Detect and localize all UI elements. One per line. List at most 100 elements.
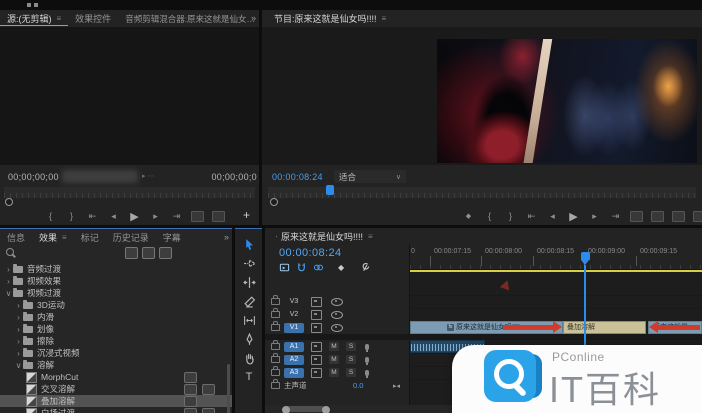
track-target-button[interactable]: A2 <box>284 355 304 365</box>
lock-icon[interactable] <box>271 311 280 318</box>
chevron-right-icon[interactable]: › <box>4 277 13 286</box>
voiceover-mic-icon[interactable] <box>365 370 369 376</box>
add-marker-icon[interactable]: ◆ <box>338 263 344 272</box>
mark-in-button[interactable]: { <box>40 211 61 221</box>
step-back-button[interactable]: ◂ <box>542 211 563 222</box>
lock-icon[interactable] <box>271 356 280 363</box>
track-target-button[interactable]: A1 <box>284 342 304 352</box>
track-target-button[interactable]: A3 <box>284 368 304 378</box>
mute-button[interactable]: M <box>329 368 339 377</box>
solo-button[interactable]: S <box>346 342 356 351</box>
chevron-right-icon[interactable]: › <box>14 349 23 358</box>
folder-item-iris[interactable]: ›划像 <box>0 323 227 335</box>
filter-yuv-effects-icon[interactable] <box>159 247 172 259</box>
step-forward-button[interactable]: ▸ <box>145 211 166 222</box>
tab-history[interactable]: 历史记录 <box>106 231 156 244</box>
extract-icon[interactable] <box>651 211 664 222</box>
program-mini-playhead[interactable] <box>326 185 334 195</box>
filter-accelerated-effects-icon[interactable] <box>125 247 138 259</box>
scrollbar-handle-left[interactable] <box>282 406 290 413</box>
lock-icon[interactable] <box>271 343 280 350</box>
solo-button[interactable]: S <box>346 368 356 377</box>
timeline-ruler[interactable]: 0 00:00:07:15 00:00:08:00 00:00:08:15 00… <box>410 244 702 270</box>
folder-item-video-effects[interactable]: ›视频效果 <box>0 275 227 287</box>
go-to-in-button[interactable]: ⇤ <box>82 211 103 222</box>
razor-tool[interactable] <box>242 294 256 308</box>
sync-lock-icon[interactable] <box>311 297 322 307</box>
timeline-hscrollbar-thumb[interactable] <box>285 406 325 412</box>
lock-icon[interactable] <box>271 369 280 376</box>
chevron-right-icon[interactable]: › <box>14 325 23 334</box>
mark-out-button[interactable]: } <box>500 211 521 221</box>
mark-out-button[interactable]: } <box>61 211 82 221</box>
nest-sequence-icon[interactable] <box>279 262 290 273</box>
mark-in-button[interactable]: { <box>479 211 500 221</box>
track-output-eye-icon[interactable] <box>331 311 343 319</box>
chevron-right-icon[interactable]: › <box>14 301 23 310</box>
transition-additive-dissolve[interactable]: 叠加溶解 <box>563 321 646 334</box>
add-panel-button[interactable]: + <box>243 208 250 222</box>
folder-item-dissolve[interactable]: ∨溶解 <box>0 359 227 371</box>
search-input[interactable] <box>18 246 122 260</box>
tab-effect-controls[interactable]: 效果控件 <box>68 12 118 25</box>
folder-item-audio-transitions[interactable]: ›音频过渡 <box>0 263 227 275</box>
mute-button[interactable]: M <box>329 342 339 351</box>
add-marker-button[interactable]: ◆ <box>458 212 479 220</box>
tab-source-monitor[interactable]: 源:(无剪辑) ≡ <box>0 12 68 26</box>
effect-item-morphcut[interactable]: MorphCut <box>0 371 227 383</box>
tab-effects[interactable]: 效果 ≡ <box>32 231 74 244</box>
panel-menu-icon[interactable]: ≡ <box>57 14 62 23</box>
snap-icon[interactable] <box>296 262 307 273</box>
type-tool[interactable]: T <box>242 370 256 384</box>
track-target-button[interactable]: V2 <box>284 310 304 320</box>
fit-zoom-dropdown[interactable]: 适合 ∨ <box>334 170 406 183</box>
go-to-out-button[interactable]: ⇥ <box>605 211 626 222</box>
folder-item-wipe[interactable]: ›擦除 <box>0 335 227 347</box>
sync-lock-icon[interactable] <box>311 323 322 333</box>
export-frame-icon[interactable] <box>672 211 685 222</box>
chevron-down-icon[interactable]: ∨ <box>4 289 13 298</box>
track-target-button[interactable]: V1 <box>284 323 304 333</box>
overwrite-icon[interactable] <box>212 211 225 222</box>
panel-menu-icon[interactable]: ≡ <box>62 233 67 242</box>
effect-item-cross-dissolve[interactable]: 交叉溶解 <box>0 383 227 395</box>
play-button[interactable]: ▶ <box>124 210 145 223</box>
effect-item-dip-to-white[interactable]: 白场过渡 <box>0 407 227 413</box>
master-level-value[interactable]: 0.0 <box>353 381 363 390</box>
play-button[interactable]: ▶ <box>563 210 584 223</box>
comparison-view-icon[interactable] <box>693 211 702 222</box>
track-output-eye-icon[interactable] <box>331 298 343 306</box>
tab-captions[interactable]: 字幕 <box>156 231 188 244</box>
tab-overflow-chevron[interactable]: » <box>224 232 229 242</box>
scrollbar-handle-right[interactable] <box>322 406 330 413</box>
mute-button[interactable]: M <box>329 355 339 364</box>
go-to-out-button[interactable]: ⇥ <box>166 211 187 222</box>
go-to-in-button[interactable]: ⇤ <box>521 211 542 222</box>
slip-tool[interactable] <box>242 313 256 327</box>
hand-tool[interactable] <box>242 351 256 365</box>
sync-lock-icon[interactable] <box>311 342 322 352</box>
keyframe-nav-icon[interactable]: ▸◂ <box>393 382 400 390</box>
panel-menu-icon[interactable]: ≡ <box>368 232 373 241</box>
sync-lock-icon[interactable] <box>311 355 322 365</box>
tab-info[interactable]: 信息 <box>0 231 32 244</box>
chevron-right-icon[interactable]: › <box>14 313 23 322</box>
tab-program-monitor[interactable]: 节目:原来这就是仙女吗!!!! ≡ <box>262 12 393 25</box>
source-zoom-menu-marks[interactable]: ▸ ⋯ <box>142 172 154 180</box>
tab-overflow-chevron[interactable]: » <box>251 13 256 23</box>
lock-icon[interactable] <box>271 324 280 331</box>
insert-icon[interactable] <box>191 211 204 222</box>
source-mini-timeline[interactable] <box>4 187 255 198</box>
track-select-forward-tool[interactable] <box>242 256 256 270</box>
linked-selection-icon[interactable] <box>313 262 324 273</box>
folder-item-video-transitions[interactable]: ∨视频过渡 <box>0 287 227 299</box>
filter-32bit-effects-icon[interactable] <box>142 247 155 259</box>
panel-menu-icon[interactable]: ≡ <box>382 14 387 23</box>
effects-scrollbar[interactable] <box>227 364 230 413</box>
program-scrubber-handle[interactable] <box>270 198 278 206</box>
tab-markers[interactable]: 标记 <box>74 231 106 244</box>
voiceover-mic-icon[interactable] <box>365 357 369 363</box>
step-forward-button[interactable]: ▸ <box>584 211 605 222</box>
folder-item-3d-motion[interactable]: ›3D运动 <box>0 299 227 311</box>
voiceover-mic-icon[interactable] <box>365 344 369 350</box>
